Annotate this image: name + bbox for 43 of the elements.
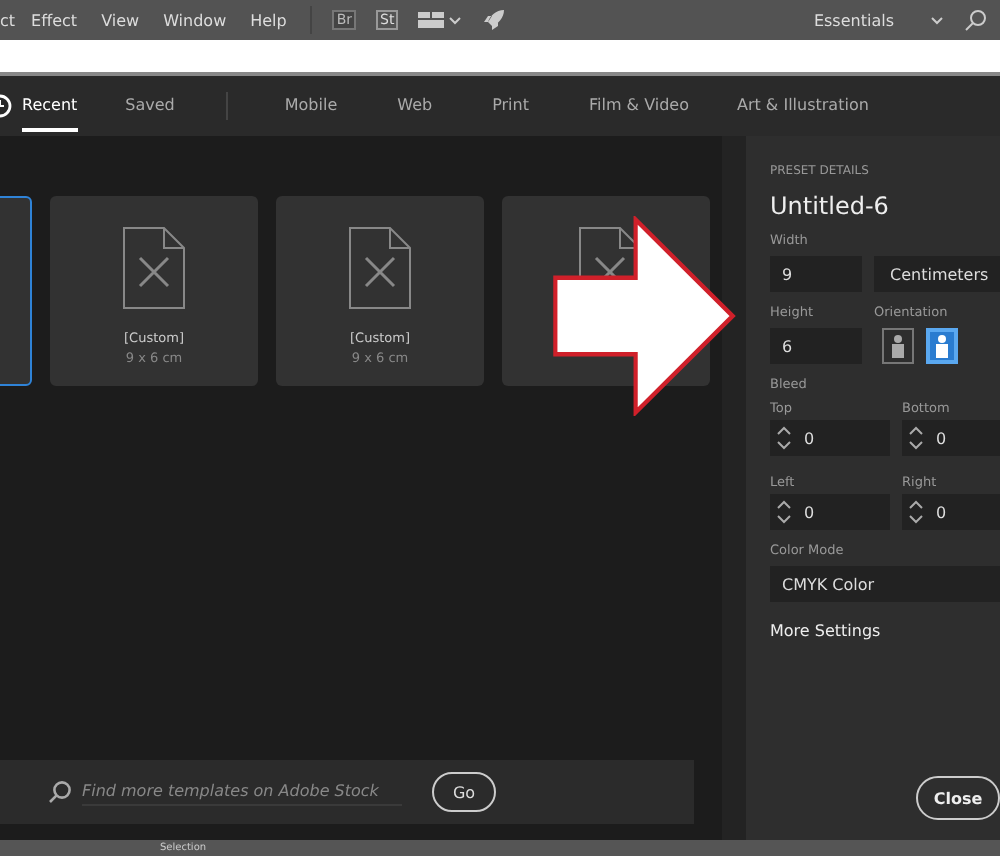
document-icon <box>348 226 412 310</box>
go-button[interactable]: Go <box>432 772 496 812</box>
more-settings-link[interactable]: More Settings <box>770 622 881 640</box>
menu-item[interactable]: ct <box>0 11 16 29</box>
bleed-stepper[interactable]: 0 <box>770 420 890 456</box>
orientation-button[interactable] <box>882 328 914 364</box>
tab[interactable]: Print <box>492 80 529 132</box>
search-field[interactable]: Find more templates on Adobe Stock <box>82 778 402 806</box>
document-name: Untitled-6 <box>770 192 889 220</box>
width-field[interactable]: 9 <box>770 256 862 292</box>
tab[interactable]: Recent <box>22 80 78 132</box>
workspace-menu[interactable]: Essentials <box>813 11 894 29</box>
units-dropdown[interactable]: Centimeters <box>874 256 1000 292</box>
person-icon <box>932 334 952 358</box>
menu-item[interactable]: Window <box>163 11 227 29</box>
search-icon <box>48 780 72 804</box>
bleed-stepper[interactable]: 0 <box>902 494 1000 530</box>
menu-item[interactable]: View <box>101 11 140 29</box>
bleed-stepper[interactable]: 0 <box>902 420 1000 456</box>
stepper-arrows-icon[interactable] <box>776 424 792 452</box>
tab[interactable]: Film & Video <box>588 80 689 132</box>
height-field[interactable]: 6 <box>770 328 862 364</box>
color-mode-dropdown[interactable]: CMYK Color <box>770 566 1000 602</box>
stepper-arrows-icon[interactable] <box>908 424 924 452</box>
tab[interactable]: Mobile <box>284 80 338 132</box>
document-icon <box>577 226 635 276</box>
chevron-down-icon[interactable] <box>930 15 944 25</box>
search-icon[interactable] <box>964 8 988 32</box>
bleed-stepper[interactable]: 0 <box>770 494 890 530</box>
tab[interactable]: Web <box>397 80 433 132</box>
orientation-button[interactable] <box>926 328 958 364</box>
menu-item[interactable]: Help <box>250 11 287 29</box>
menu-item[interactable]: Effect <box>31 11 78 29</box>
person-icon <box>888 334 908 358</box>
stepper-arrows-icon[interactable] <box>908 498 924 526</box>
document-icon <box>122 226 186 310</box>
clock-icon <box>0 94 16 118</box>
stepper-arrows-icon[interactable] <box>776 498 792 526</box>
tab[interactable]: Art & Illustration <box>736 80 869 132</box>
rocket-icon[interactable] <box>482 8 507 32</box>
tab[interactable]: Saved <box>125 80 175 132</box>
layout-icon[interactable] <box>418 10 463 30</box>
close-button[interactable]: Close <box>916 776 1000 820</box>
